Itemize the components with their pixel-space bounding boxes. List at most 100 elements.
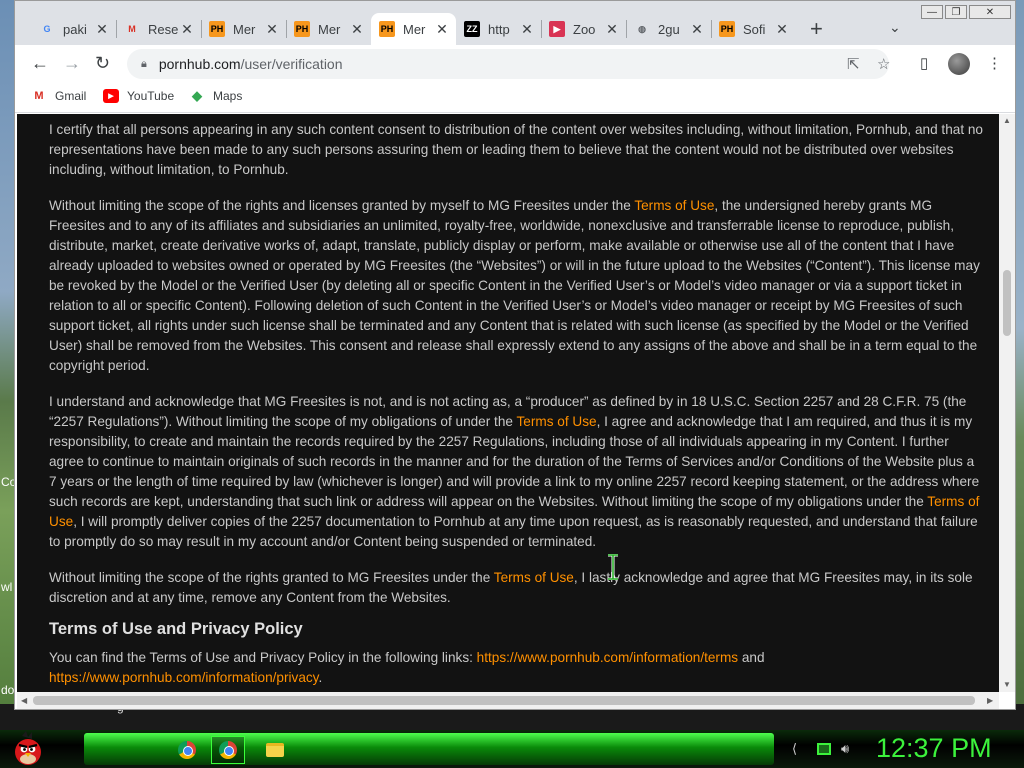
- url-path: /user/verification: [240, 56, 343, 72]
- tab-title: http: [488, 21, 510, 37]
- tab-strip: G paki ✕ M Rese ✕ PH Mer ✕ PH Mer ✕ PH M…: [15, 1, 1015, 45]
- reload-icon[interactable]: ↻: [95, 53, 110, 74]
- gmail-icon: M: [34, 90, 44, 102]
- paragraph-text: , the undersigned hereby grants MG Frees…: [49, 198, 980, 373]
- close-icon[interactable]: ✕: [774, 21, 790, 38]
- new-tab-button[interactable]: +: [810, 18, 823, 40]
- tab-ph[interactable]: PH Mer ✕: [201, 13, 286, 45]
- close-icon[interactable]: ✕: [349, 21, 365, 38]
- tab-gmail[interactable]: M Rese ✕: [116, 13, 201, 45]
- bookmark-maps[interactable]: ◆ Maps: [189, 88, 243, 103]
- tab-ph[interactable]: PH Sofi ✕: [711, 13, 796, 45]
- bookmark-youtube[interactable]: ▶ YouTube: [103, 89, 174, 103]
- lock-icon[interactable]: 🔒︎: [141, 58, 147, 71]
- paragraph-license: Without limiting the scope of the rights…: [49, 196, 984, 376]
- close-icon[interactable]: ✕: [689, 21, 705, 38]
- address-bar[interactable]: 🔒︎ pornhub.com/user/verification ⇱ ☆: [127, 49, 890, 79]
- side-panel-icon[interactable]: ▯: [920, 54, 928, 72]
- forward-arrow-icon[interactable]: →: [63, 53, 81, 74]
- video-icon: ▶: [549, 21, 565, 37]
- bookmark-gmail[interactable]: M Gmail: [31, 89, 86, 103]
- tab-ph-active[interactable]: PH Mer ✕: [371, 13, 456, 45]
- scroll-left-arrow-icon[interactable]: ◀: [21, 696, 27, 705]
- terms-url-link[interactable]: https://www.pornhub.com/information/term…: [477, 650, 738, 665]
- taskbar-chrome-active[interactable]: [211, 736, 245, 764]
- terms-of-use-link[interactable]: Terms of Use: [634, 198, 714, 213]
- window-close-button[interactable]: ✕: [969, 5, 1011, 19]
- youtube-icon: ▶: [103, 89, 119, 103]
- scroll-down-arrow-icon[interactable]: ▼: [1003, 680, 1011, 689]
- network-icon[interactable]: [817, 743, 831, 755]
- privacy-url-link[interactable]: https://www.pornhub.com/information/priv…: [49, 670, 318, 685]
- tab-zoo[interactable]: ▶ Zoo ✕: [541, 13, 626, 45]
- desktop-text-fragment: wl: [1, 580, 13, 594]
- taskbar-chrome-pinned[interactable]: [170, 736, 204, 764]
- tab-title: Sofi: [743, 21, 766, 37]
- tab-title: paki: [63, 21, 87, 37]
- terms-of-use-link[interactable]: Terms of Use: [516, 414, 596, 429]
- tab-title: Mer: [318, 21, 341, 37]
- bookmarks-bar: M Gmail ▶ YouTube ◆ Maps: [15, 83, 1015, 113]
- tab-title: Rese: [148, 21, 179, 37]
- paragraph-consent: I certify that all persons appearing in …: [49, 120, 984, 180]
- profile-avatar[interactable]: [948, 53, 970, 75]
- globe-icon: ◍: [638, 23, 646, 34]
- tab-search-chevron-icon[interactable]: ⌄: [889, 19, 901, 36]
- scroll-right-arrow-icon[interactable]: ▶: [987, 696, 993, 705]
- tab-ph[interactable]: PH Mer ✕: [286, 13, 371, 45]
- zz-icon: ZZ: [464, 21, 480, 37]
- horizontal-scroll-thumb[interactable]: [33, 696, 975, 705]
- browser-window: G paki ✕ M Rese ✕ PH Mer ✕ PH Mer ✕ PH M…: [14, 0, 1016, 710]
- terms-of-use-link[interactable]: Terms of Use: [494, 570, 574, 585]
- chrome-icon: [178, 741, 196, 759]
- close-icon[interactable]: ✕: [604, 21, 620, 38]
- tray-chevron-icon[interactable]: ⟨: [792, 741, 797, 757]
- menu-kebab-icon[interactable]: ⋮: [987, 54, 1002, 72]
- tab-title: Mer: [233, 21, 256, 37]
- close-icon[interactable]: ✕: [264, 21, 280, 38]
- paragraph-policy-links: You can find the Terms of Use and Privac…: [49, 648, 984, 688]
- paragraph-text: I certify that all persons appearing in …: [49, 122, 983, 177]
- maps-pin-icon: ◆: [192, 88, 202, 103]
- close-icon[interactable]: ✕: [179, 21, 195, 38]
- folder-icon: [266, 743, 284, 757]
- ph-icon: PH: [294, 21, 310, 37]
- paragraph-text: and: [738, 650, 765, 665]
- tab-zz[interactable]: ZZ http ✕: [456, 13, 541, 45]
- ph-icon: PH: [379, 21, 395, 37]
- tab-title: 2gu: [658, 21, 680, 37]
- paragraph-text: .: [318, 670, 323, 685]
- bookmark-label: YouTube: [127, 89, 175, 103]
- text-cursor-icon: [608, 554, 618, 580]
- scroll-up-arrow-icon[interactable]: ▲: [1003, 116, 1011, 125]
- paragraph-text: You can find the Terms of Use and Privac…: [49, 650, 477, 665]
- taskbar-explorer[interactable]: [258, 736, 292, 764]
- start-button-angry-bird-icon[interactable]: [8, 730, 48, 768]
- verification-terms-content: I certify that all persons appearing in …: [49, 120, 984, 692]
- bookmark-label: Maps: [213, 89, 243, 103]
- close-icon[interactable]: ✕: [94, 21, 110, 38]
- google-icon: G: [43, 24, 51, 34]
- section-heading: Terms of Use and Privacy Policy: [49, 620, 303, 638]
- tab-globe[interactable]: ◍ 2gu ✕: [626, 13, 711, 45]
- browser-toolbar: ← → ↻ 🔒︎ pornhub.com/user/verification ⇱…: [15, 45, 1015, 83]
- horizontal-scrollbar[interactable]: ◀ ▶: [17, 692, 999, 709]
- volume-icon[interactable]: 🔊︎: [841, 741, 849, 757]
- url-host: pornhub.com: [158, 56, 241, 72]
- bookmark-star-icon[interactable]: ☆: [877, 55, 890, 73]
- close-icon[interactable]: ✕: [434, 21, 450, 38]
- vertical-scrollbar[interactable]: ▲ ▼: [999, 114, 1015, 692]
- gmail-icon: M: [128, 24, 136, 34]
- bookmark-label: Gmail: [55, 89, 87, 103]
- tab-google[interactable]: G paki ✕: [31, 13, 116, 45]
- close-icon[interactable]: ✕: [519, 21, 535, 38]
- taskbar-clock[interactable]: 12:37 PM: [876, 733, 992, 764]
- url-text[interactable]: pornhub.com/user/verification: [159, 56, 343, 72]
- chrome-icon: [219, 741, 237, 759]
- back-arrow-icon[interactable]: ←: [31, 53, 49, 74]
- maximize-button[interactable]: ❐: [945, 5, 967, 19]
- vertical-scroll-thumb[interactable]: [1003, 270, 1011, 336]
- paragraph-2257: I understand and acknowledge that MG Fre…: [49, 392, 984, 552]
- minimize-button[interactable]: —: [921, 5, 943, 19]
- share-icon[interactable]: ⇱: [847, 55, 860, 73]
